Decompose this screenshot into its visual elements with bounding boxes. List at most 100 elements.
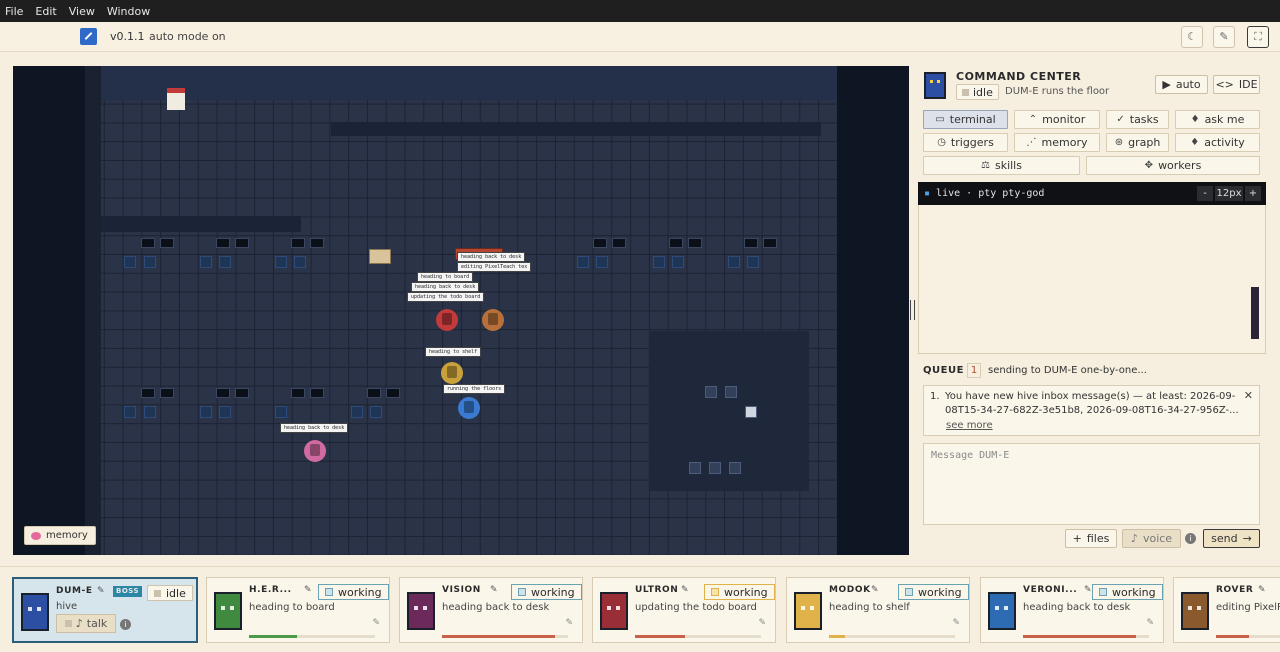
queue-status: sending to DUM-E one-by-one... bbox=[988, 365, 1147, 376]
message-input[interactable]: Message DUM-E bbox=[923, 443, 1260, 525]
menu-file[interactable]: File bbox=[5, 5, 23, 18]
see-more-link[interactable]: see more bbox=[946, 419, 993, 433]
speech-bubble: updating the todo board bbox=[407, 292, 485, 302]
edit-icon[interactable]: ✎ bbox=[304, 585, 312, 595]
progress-bar bbox=[1023, 635, 1149, 638]
top-desk-row bbox=[331, 122, 821, 136]
agent-card-vision[interactable]: VISION ✎ working heading back to desk ✎ bbox=[399, 577, 583, 643]
voice-button[interactable]: ♪ voice bbox=[1122, 529, 1181, 548]
memory-chip-label: memory bbox=[46, 530, 88, 541]
shelf bbox=[689, 462, 701, 474]
brain-icon bbox=[31, 531, 41, 540]
agent-modok-sprite[interactable] bbox=[441, 362, 463, 384]
speech-bubble: heading back to desk bbox=[457, 252, 526, 262]
close-icon[interactable]: ✕ bbox=[1244, 389, 1253, 403]
code-icon: <> bbox=[1215, 78, 1234, 91]
shelf bbox=[729, 462, 741, 474]
edit-icon[interactable]: ✎ bbox=[490, 585, 498, 595]
desk bbox=[669, 238, 683, 248]
edit-icon[interactable]: ✎ bbox=[97, 586, 105, 596]
office-floor-canvas[interactable]: heading back to desk editing PixelTeach … bbox=[13, 66, 909, 555]
menu-window[interactable]: Window bbox=[107, 5, 150, 18]
mic-icon: ♪ bbox=[1130, 532, 1138, 545]
status-text: idle bbox=[973, 85, 993, 99]
menu-view[interactable]: View bbox=[69, 5, 95, 18]
progress-fill bbox=[442, 635, 556, 638]
tab-triggers[interactable]: ◷ triggers bbox=[923, 133, 1008, 152]
status-badge: working bbox=[704, 584, 775, 600]
desk bbox=[141, 388, 155, 398]
font-increase-button[interactable]: + bbox=[1245, 186, 1261, 201]
ide-button[interactable]: <> IDE bbox=[1213, 75, 1260, 94]
tab-tasks[interactable]: ✓ tasks bbox=[1106, 110, 1169, 129]
edit-icon[interactable]: ✎ bbox=[871, 585, 879, 595]
queue-title: QUEUE bbox=[923, 365, 964, 376]
desk bbox=[367, 388, 381, 398]
board bbox=[369, 249, 391, 264]
speech-bubble: heading to board bbox=[417, 272, 474, 282]
chair bbox=[294, 256, 306, 268]
shelf bbox=[725, 386, 737, 398]
panel-subtitle: DUM-E runs the floor bbox=[1005, 86, 1110, 97]
terminal-scrollbar[interactable] bbox=[1251, 287, 1259, 339]
status-square-icon bbox=[325, 588, 333, 596]
chair bbox=[124, 256, 136, 268]
shelf bbox=[745, 406, 757, 418]
tab-graph[interactable]: ⊛ graph bbox=[1106, 133, 1169, 152]
fullscreen-icon[interactable]: ⛶ bbox=[1247, 26, 1269, 48]
edit-icon[interactable]: ✎ bbox=[1084, 585, 1092, 595]
send-button[interactable]: send → bbox=[1203, 529, 1260, 548]
agent-card-her[interactable]: H.E.R... ✎ working heading to board ✎ bbox=[206, 577, 390, 643]
avatar bbox=[21, 593, 49, 631]
menu-bar: File Edit View Window bbox=[0, 0, 1280, 22]
wrench-icon[interactable]: ✎ bbox=[1213, 26, 1235, 48]
memory-chip[interactable]: memory bbox=[24, 526, 96, 545]
skills-icon: ⚖ bbox=[981, 160, 990, 171]
agent-card-veronica[interactable]: VERONI... ✎ working heading back to desk… bbox=[980, 577, 1164, 643]
agent-card-modok[interactable]: MODOK ✎ working heading to shelf ✎ bbox=[786, 577, 970, 643]
files-button[interactable]: + files bbox=[1065, 529, 1117, 548]
avatar bbox=[600, 592, 628, 630]
pencil-icon: ✎ bbox=[565, 618, 573, 628]
status-badge: idle bbox=[956, 84, 999, 100]
edit-icon[interactable]: ✎ bbox=[1258, 585, 1266, 595]
agent-dum-e-sprite[interactable] bbox=[458, 397, 480, 419]
terminal-output[interactable] bbox=[918, 205, 1266, 354]
progress-bar bbox=[635, 635, 761, 638]
pencil-icon: ✎ bbox=[372, 618, 380, 628]
agent-card-dum-e[interactable]: DUM-E ✎ BOSS idle hive ♪ talk i bbox=[12, 577, 198, 643]
edit-icon[interactable]: ✎ bbox=[681, 585, 689, 595]
info-icon[interactable]: i bbox=[120, 619, 131, 630]
auto-button[interactable]: ▶ auto bbox=[1155, 75, 1208, 94]
tab-workers[interactable]: ✥ workers bbox=[1086, 156, 1260, 175]
calendar-icon bbox=[167, 88, 185, 110]
terminal-header: ▪ live · pty pty-god - 12px + bbox=[918, 182, 1266, 205]
agent-card-ultron[interactable]: ULTRON ✎ working updating the todo board… bbox=[592, 577, 776, 643]
desk bbox=[310, 388, 324, 398]
agent-rover-sprite[interactable] bbox=[482, 309, 504, 331]
terminal-title: ▪ live · pty pty-god bbox=[924, 188, 1045, 199]
status-square-icon bbox=[962, 88, 969, 96]
agent-ultron-sprite[interactable] bbox=[436, 309, 458, 331]
status-badge: working bbox=[898, 584, 969, 600]
talk-button[interactable]: ♪ talk bbox=[56, 614, 116, 633]
agent-card-rover[interactable]: ROVER ✎ editing PixelPa bbox=[1173, 577, 1280, 643]
queue-item: 1. You have new hive inbox message(s) — … bbox=[923, 385, 1260, 436]
font-decrease-button[interactable]: - bbox=[1197, 186, 1213, 201]
agent-vision-sprite[interactable] bbox=[304, 440, 326, 462]
tab-terminal[interactable]: ▭ terminal bbox=[923, 110, 1008, 129]
tab-skills[interactable]: ⚖ skills bbox=[923, 156, 1080, 175]
menu-edit[interactable]: Edit bbox=[35, 5, 56, 18]
agent-task: heading back to desk bbox=[442, 602, 550, 613]
tab-ask-me[interactable]: ♦ ask me bbox=[1175, 110, 1260, 129]
tab-activity[interactable]: ♦ activity bbox=[1175, 133, 1260, 152]
desk bbox=[216, 238, 230, 248]
splitter-handle[interactable] bbox=[910, 300, 915, 320]
desk bbox=[310, 238, 324, 248]
chair bbox=[577, 256, 589, 268]
agent-task: updating the todo board bbox=[635, 602, 757, 613]
tab-memory[interactable]: ⋰ memory bbox=[1014, 133, 1100, 152]
tab-monitor[interactable]: ⌃ monitor bbox=[1014, 110, 1100, 129]
info-icon[interactable]: i bbox=[1185, 533, 1196, 544]
moon-icon[interactable]: ☾ bbox=[1181, 26, 1203, 48]
